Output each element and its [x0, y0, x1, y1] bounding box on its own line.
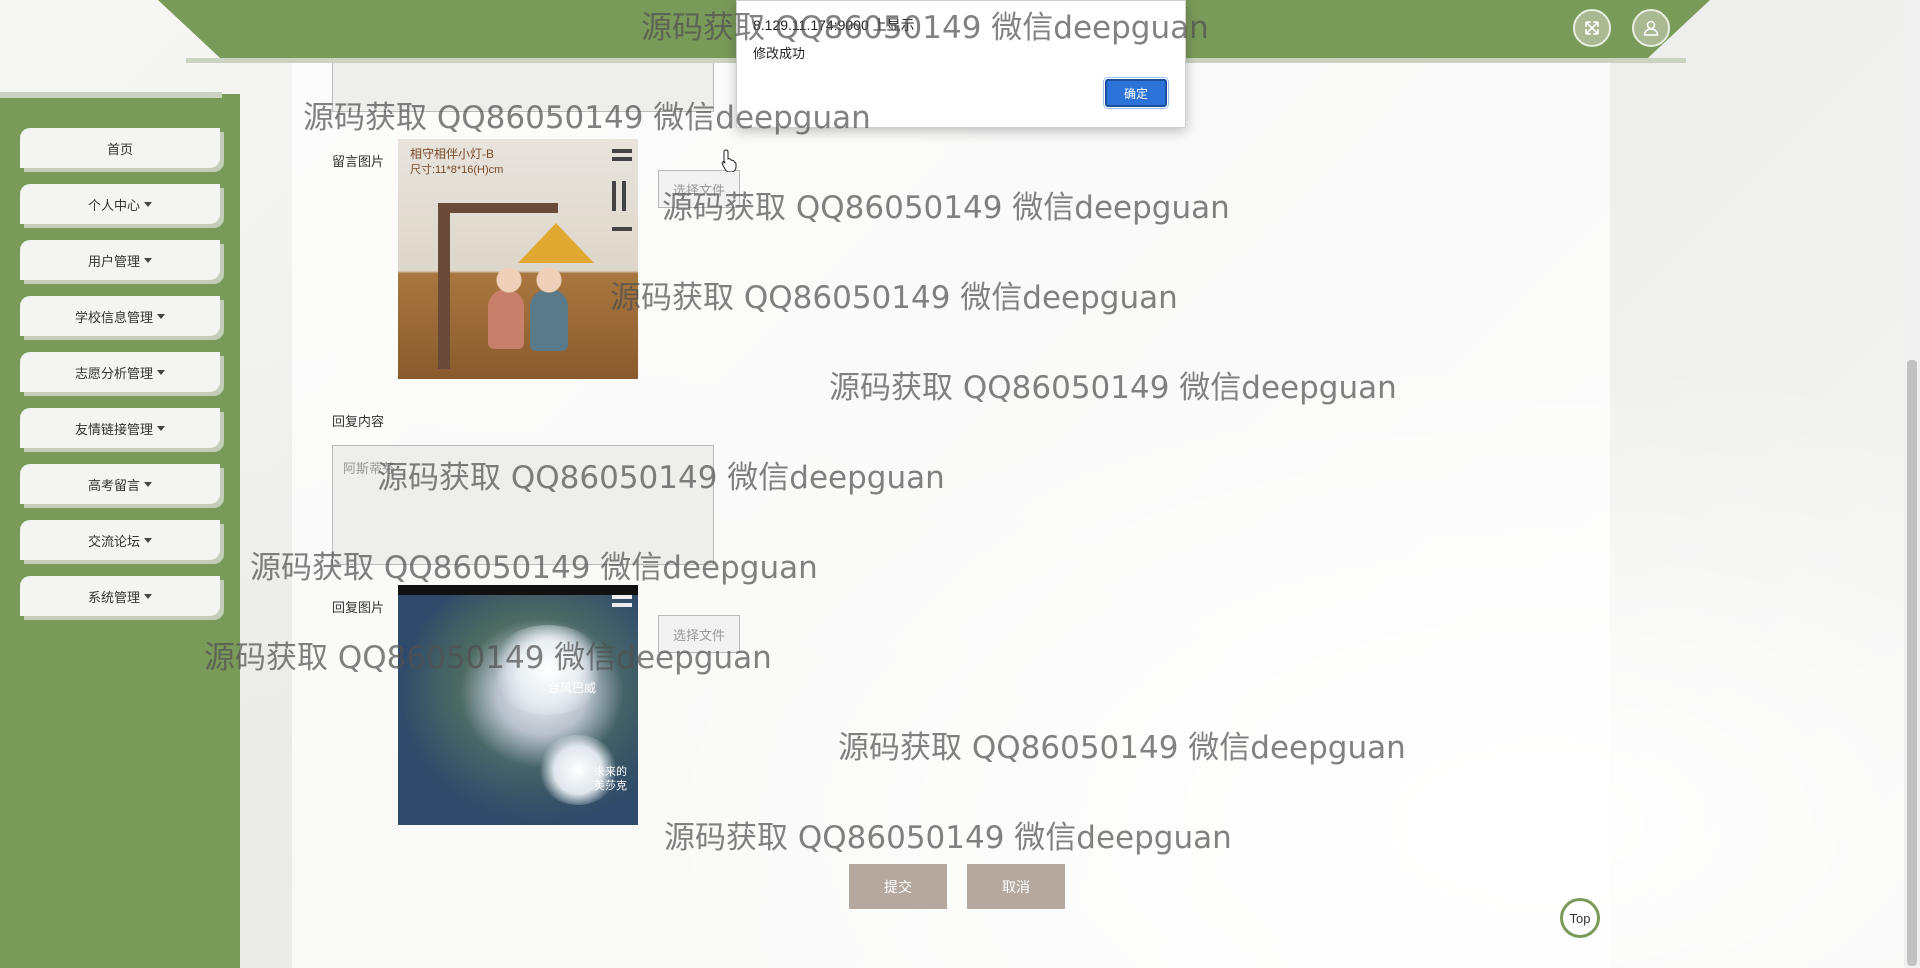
satellite-header-strip: [398, 585, 638, 595]
sidebar-item[interactable]: 高考留言: [20, 464, 220, 504]
fullscreen-icon: [1585, 21, 1599, 35]
reply-content-label: 回复内容: [332, 414, 385, 429]
image-caption-line2: 尺寸:11*8*16(H)cm: [410, 164, 504, 176]
sidebar-item[interactable]: 交流论坛: [20, 520, 220, 560]
sidebar-item-label: 学校信息管理: [74, 309, 153, 325]
reply-image-caption: 台风巴威: [548, 681, 597, 695]
sidebar-item-label: 高考留言: [87, 477, 140, 493]
sidebar-item[interactable]: 系统管理: [20, 576, 220, 616]
fullscreen-button[interactable]: [1573, 9, 1611, 47]
alert-dialog: 8.129.11.174:9000 上显示 修改成功 确定: [736, 0, 1186, 128]
sidebar-item-label: 用户管理: [87, 253, 140, 269]
message-image: 相守相伴小灯-B 尺寸:11*8*16(H)cm: [398, 139, 638, 379]
sidebar-item-label: 志愿分析管理: [74, 365, 153, 381]
user-icon: [1643, 20, 1659, 36]
sidebar-item-label: 个人中心: [87, 197, 140, 213]
reply-image-caption-2: 未来的美莎克: [594, 766, 627, 792]
caret-down-icon: [144, 201, 152, 207]
dialog-ok-button[interactable]: 确定: [1103, 77, 1169, 109]
sidebar-item-label: 系统管理: [87, 589, 140, 605]
cloud-swirl: [488, 625, 608, 715]
figure-right: [530, 289, 568, 351]
dialog-title: 8.129.11.174:9000 上显示: [753, 17, 915, 33]
figure-heads: [494, 267, 564, 293]
caret-down-icon: [157, 425, 165, 431]
reply-image-choose-file-button[interactable]: 选择文件: [658, 615, 740, 653]
image-side-marks-2: [612, 595, 632, 625]
reply-content-textarea[interactable]: 阿斯蒂芬: [332, 445, 714, 565]
reply-image: 台风巴威 未来的美莎克: [398, 585, 638, 825]
sidebar-item[interactable]: 友情链接管理: [20, 408, 220, 448]
reply-image-label: 回复图片: [332, 600, 385, 615]
sidebar-item-label: 友情链接管理: [74, 421, 153, 437]
caret-down-icon: [144, 481, 152, 487]
submit-button[interactable]: 提交: [849, 864, 947, 909]
sidebar-item[interactable]: 个人中心: [20, 184, 220, 224]
dialog-message: 修改成功: [753, 46, 806, 61]
lamp-post: [438, 209, 450, 369]
mouse-pointer-icon: [721, 149, 737, 172]
sidebar-item-label: 首页: [106, 141, 133, 157]
image-side-marks: [612, 149, 632, 249]
caret-down-icon: [144, 593, 152, 599]
caret-down-icon: [157, 313, 165, 319]
caret-down-icon: [144, 537, 152, 543]
user-button[interactable]: [1632, 9, 1670, 47]
lamp-arm: [438, 203, 558, 213]
caret-down-icon: [157, 369, 165, 375]
message-image-choose-file-button[interactable]: 选择文件: [658, 170, 740, 208]
sidebar-item-label: 交流论坛: [87, 533, 140, 549]
lamp-shade: [518, 223, 594, 263]
figure-left: [488, 289, 524, 349]
sidebar-item[interactable]: 用户管理: [20, 240, 220, 280]
cancel-button[interactable]: 取消: [967, 864, 1065, 909]
scrollbar-thumb[interactable]: [1907, 360, 1917, 966]
sidebar-top-edge: [0, 92, 222, 98]
caret-down-icon: [144, 257, 152, 263]
message-image-label: 留言图片: [332, 154, 385, 169]
previous-field-box: [332, 62, 714, 112]
sidebar-item[interactable]: 学校信息管理: [20, 296, 220, 336]
sidebar-item[interactable]: 首页: [20, 128, 220, 168]
back-to-top-button[interactable]: Top: [1560, 898, 1600, 938]
sidebar-item[interactable]: 志愿分析管理: [20, 352, 220, 392]
image-caption-line1: 相守相伴小灯-B: [410, 147, 495, 161]
